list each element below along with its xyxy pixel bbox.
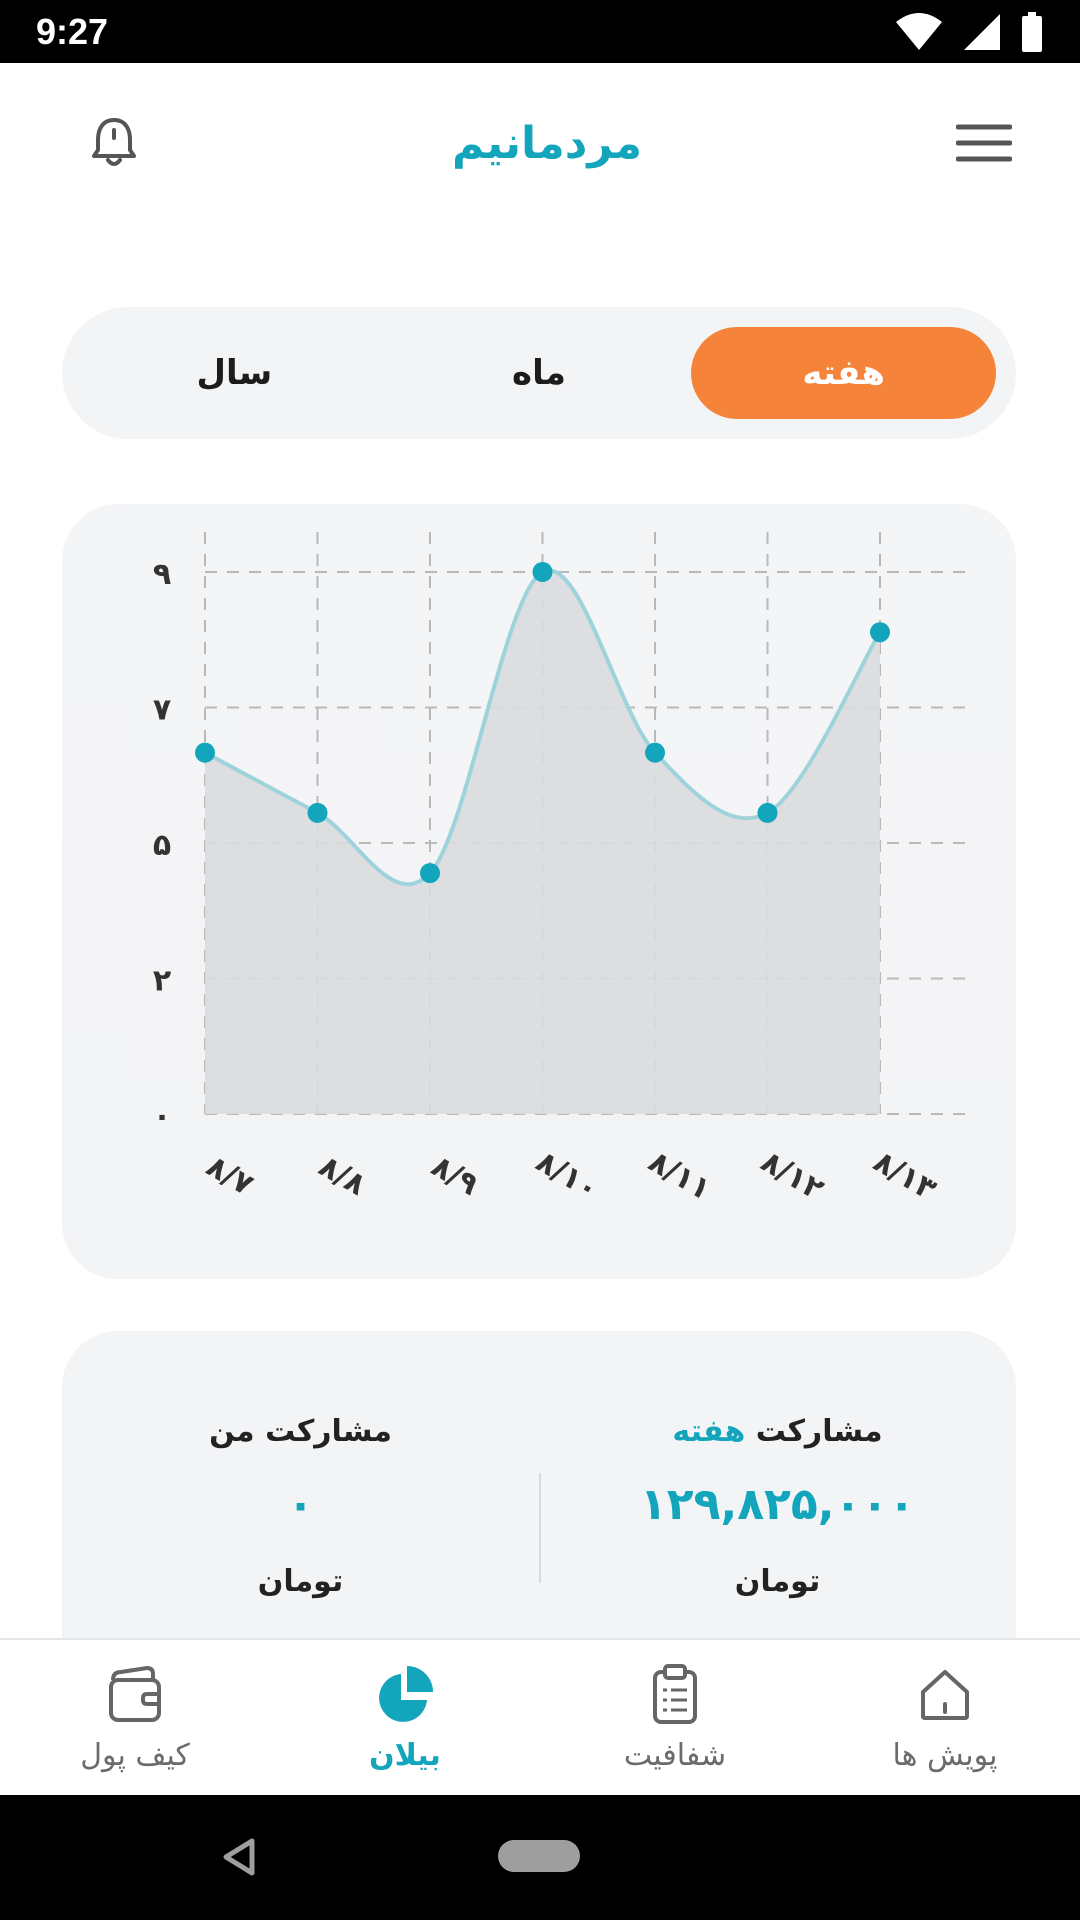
nav-item-wallet[interactable]: کیف پول bbox=[0, 1640, 270, 1795]
battery-icon bbox=[1022, 11, 1042, 52]
period-toggle: هفته ماه سال bbox=[62, 307, 1016, 439]
weekly-contribution-unit: تومان bbox=[734, 1564, 821, 1599]
data-point bbox=[870, 622, 890, 643]
weekly-contribution-title: مشارکت هفته bbox=[672, 1414, 882, 1449]
nav-item-transparency[interactable]: شفافیت bbox=[540, 1640, 810, 1795]
bottom-nav: پویش ها شفافیت بیلان کیف پول bbox=[0, 1638, 1080, 1795]
my-contribution-unit: تومان bbox=[257, 1564, 344, 1599]
stats-divider bbox=[539, 1473, 541, 1583]
bell-icon[interactable] bbox=[90, 116, 138, 170]
series-area bbox=[205, 570, 880, 1114]
pie-chart-icon bbox=[379, 1666, 433, 1722]
tab-week[interactable]: هفته bbox=[691, 327, 996, 419]
wallet-icon bbox=[109, 1666, 161, 1722]
y-tick-label: ۲ bbox=[153, 964, 171, 999]
home-icon bbox=[921, 1670, 969, 1720]
data-point bbox=[532, 562, 553, 582]
my-contribution: مشارکت من ۰ تومان bbox=[62, 1331, 539, 1631]
y-tick-label: ۹ bbox=[153, 557, 171, 592]
system-home-pill[interactable] bbox=[498, 1840, 580, 1872]
chart-card: ۰ ۲ ۵ ۷ ۹ ۸/۷ ۸/۸ ۸/۹ ۸/۱۰ ۸/۱۱ ۸/۱۲ ۸/۱۳ bbox=[62, 504, 1016, 1279]
y-tick-label: ۵ bbox=[153, 828, 171, 863]
data-point bbox=[757, 802, 778, 823]
x-tick-label: ۸/۷ bbox=[200, 1149, 259, 1203]
tab-year[interactable]: سال bbox=[82, 327, 387, 419]
my-contribution-value: ۰ bbox=[287, 1479, 314, 1530]
x-tick-label: ۸/۱۰ bbox=[530, 1144, 605, 1207]
x-tick-label: ۸/۱۲ bbox=[755, 1144, 830, 1207]
clipboard-icon bbox=[653, 1664, 697, 1724]
x-tick-label: ۸/۹ bbox=[425, 1149, 484, 1203]
data-point bbox=[307, 802, 328, 823]
status-bar: 9:27 bbox=[0, 0, 1080, 63]
weekly-contribution-value: ۱۲۹,۸۲۵,۰۰۰ bbox=[639, 1479, 916, 1530]
weekly-title-prefix: مشارکت bbox=[755, 1414, 883, 1449]
area-chart: ۰ ۲ ۵ ۷ ۹ ۸/۷ ۸/۸ ۸/۹ ۸/۱۰ ۸/۱۱ ۸/۱۲ ۸/۱۳ bbox=[153, 532, 967, 1207]
x-tick-label: ۸/۱۱ bbox=[642, 1144, 717, 1207]
data-point bbox=[420, 863, 440, 884]
nav-item-campaigns[interactable]: پویش ها bbox=[810, 1640, 1080, 1795]
status-icons bbox=[894, 11, 1044, 52]
x-tick-label: ۸/۱۳ bbox=[867, 1144, 942, 1207]
weekly-contribution: مشارکت هفته ۱۲۹,۸۲۵,۰۰۰ تومان bbox=[539, 1331, 1016, 1631]
nav-label-transparency: شفافیت bbox=[623, 1738, 727, 1773]
weekly-title-accent: هفته bbox=[672, 1414, 746, 1449]
nav-item-balance[interactable]: بیلان bbox=[270, 1640, 540, 1795]
my-contribution-title: مشارکت من bbox=[209, 1414, 392, 1449]
x-tick-label: ۸/۸ bbox=[313, 1149, 372, 1203]
y-tick-label: ۷ bbox=[153, 693, 171, 728]
data-point bbox=[645, 742, 665, 763]
status-time: 9:27 bbox=[36, 10, 109, 52]
system-back-icon[interactable] bbox=[222, 1837, 256, 1877]
nav-label-wallet: کیف پول bbox=[80, 1738, 190, 1773]
system-nav-bar bbox=[0, 1795, 1080, 1920]
cellular-signal-icon bbox=[964, 13, 1000, 50]
hamburger-menu-icon[interactable] bbox=[955, 123, 1012, 163]
wifi-icon bbox=[896, 12, 942, 50]
y-tick-label: ۰ bbox=[153, 1099, 171, 1134]
tab-month[interactable]: ماه bbox=[387, 327, 692, 419]
nav-label-balance: بیلان bbox=[369, 1738, 441, 1773]
app-header: مردمانیم bbox=[0, 63, 1080, 223]
nav-label-campaigns: پویش ها bbox=[892, 1738, 998, 1773]
data-point bbox=[195, 742, 215, 763]
app-logo: مردمانیم bbox=[452, 117, 642, 169]
